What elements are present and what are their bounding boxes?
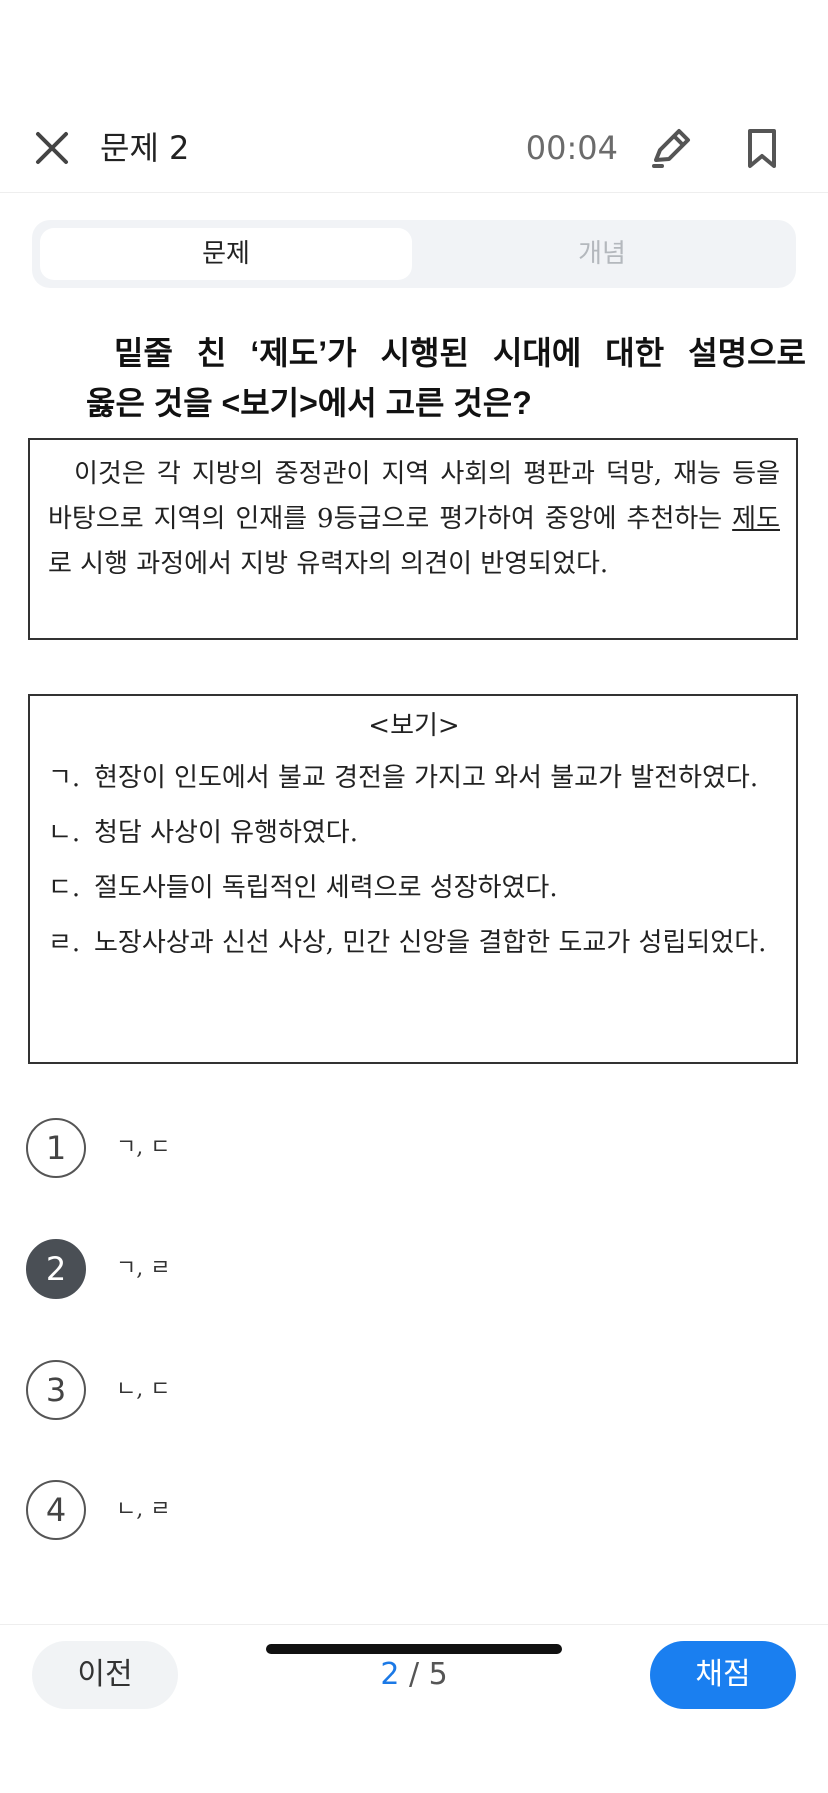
bogi-title: <보기> [368,711,460,741]
choice-1[interactable]: 1 ㄱ, ㄷ [26,1118,726,1182]
passage-underlined-term: 제도 [732,504,780,534]
close-button[interactable] [30,126,74,170]
choice-3[interactable]: 3 ㄴ, ㄷ [26,1360,726,1424]
bookmark-icon [748,129,776,168]
passage-box: 이것은 각 지방의 중정관이 지역 사회의 평판과 덕망, 재능 등을 바탕으로… [28,438,798,640]
passage-text-before: 이것은 각 지방의 중정관이 지역 사회의 평판과 덕망, 재능 등을 바탕으로… [48,459,780,534]
bookmark-button[interactable] [742,126,782,172]
page-current: 2 [380,1657,400,1692]
bogi-item-mark: ㄴ. [48,818,81,848]
bogi-item: ㄱ. 현장이 인도에서 불교 경전을 가지고 와서 불교가 발전하였다. [48,756,780,800]
bogi-item-text: 노장사상과 신선 사상, 민간 신앙을 결합한 도교가 성립되었다. [94,928,767,958]
tab-concept[interactable]: 개념 [416,228,788,280]
prev-button[interactable]: 이전 [32,1641,178,1709]
choice-text: ㄱ, ㄷ [116,1135,171,1160]
bogi-item-mark: ㄷ. [48,873,81,903]
bogi-item-mark: ㄱ. [48,763,81,793]
passage-text-after: 로 시행 과정에서 지방 유력자의 의견이 반영되었다. [48,549,609,579]
bogi-item-text: 청담 사상이 유행하였다. [94,818,358,848]
home-indicator [266,1644,562,1654]
bogi-item: ㄴ. 청담 사상이 유행하였다. [48,811,780,855]
bogi-item-text: 현장이 인도에서 불교 경전을 가지고 와서 불교가 발전하였다. [94,763,759,793]
view-segmented-control: 문제 개념 [32,220,796,288]
choice-text: ㄴ, ㄹ [116,1497,171,1522]
page-total: 5 [428,1657,448,1692]
bogi-item-mark: ㄹ. [48,928,81,958]
timer: 00:04 [525,129,618,167]
bogi-item-text: 절도사들이 독립적인 세력으로 성장하였다. [94,873,558,903]
choice-number: 3 [26,1360,86,1420]
close-icon [36,132,68,164]
question-text: 밑줄 친 ‘제도’가 시행된 시대에 대한 설명으로 옳은 것을 <보기>에서 … [86,328,806,428]
choice-text: ㄴ, ㄷ [116,1377,171,1402]
pencil-button[interactable] [648,126,696,172]
tab-problem[interactable]: 문제 [40,228,412,280]
pencil-icon [652,129,690,168]
choice-2[interactable]: 2 ㄱ, ㄹ [26,1239,726,1303]
page-title: 문제 2 [100,129,190,167]
question-line-1: 밑줄 친 ‘제도’가 시행된 시대에 대한 설명으로 [114,335,806,371]
choice-number: 1 [26,1118,86,1178]
choice-text: ㄱ, ㄹ [116,1256,171,1281]
bogi-item: ㄷ. 절도사들이 독립적인 세력으로 성장하였다. [48,866,780,910]
choice-number: 4 [26,1480,86,1540]
bogi-item: ㄹ. 노장사상과 신선 사상, 민간 신앙을 결합한 도교가 성립되었다. [48,921,780,965]
bogi-box: <보기> ㄱ. 현장이 인도에서 불교 경전을 가지고 와서 불교가 발전하였다… [28,694,798,1064]
top-bar: 문제 2 00:04 [0,104,828,193]
choice-4[interactable]: 4 ㄴ, ㄹ [26,1480,726,1544]
choice-number: 2 [26,1239,86,1299]
page-separator: / [399,1657,429,1692]
score-button[interactable]: 채점 [650,1641,796,1709]
question-line-2: 옳은 것을 <보기>에서 고른 것은? [86,385,532,421]
